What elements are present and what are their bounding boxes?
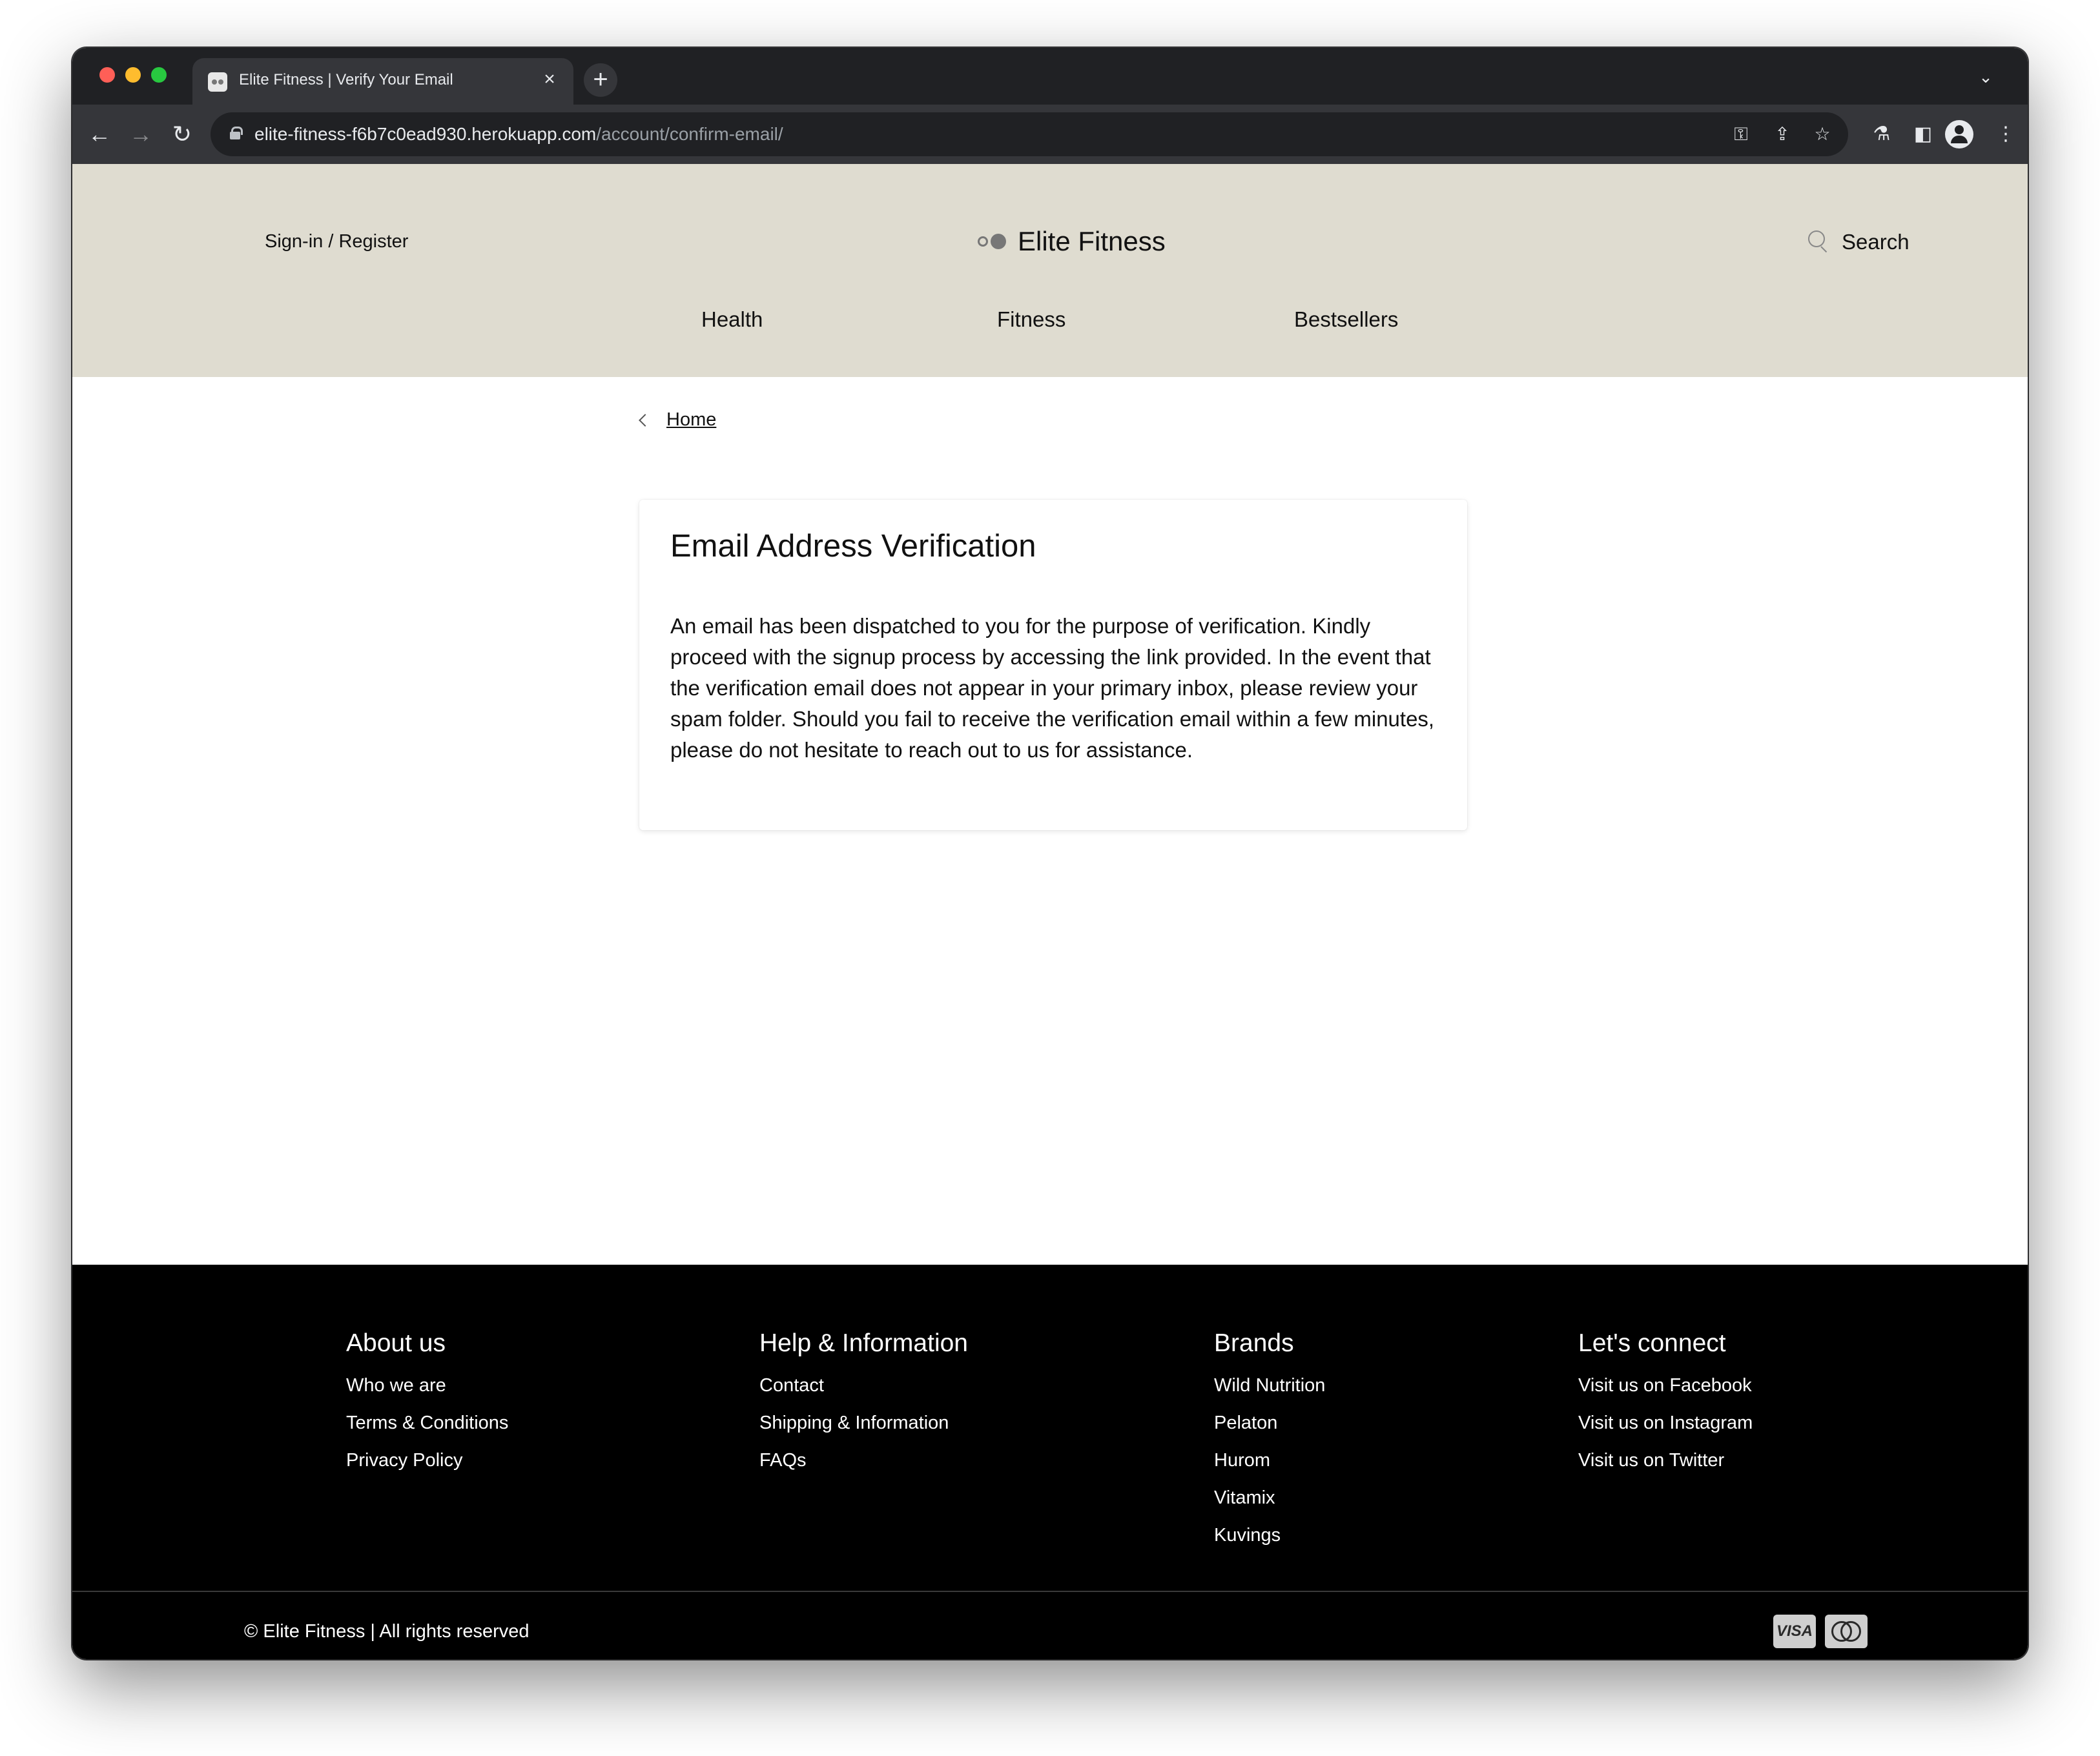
footer-link-instagram[interactable]: Visit us on Instagram	[1578, 1404, 1753, 1442]
footer-link-pelaton[interactable]: Pelaton	[1214, 1404, 1325, 1442]
favicon-icon	[208, 72, 227, 92]
verification-card: Email Address Verification An email has …	[639, 500, 1467, 830]
browser-window: Elite Fitness | Verify Your Email × + ⌄ …	[72, 48, 2028, 1659]
tab-title: Elite Fitness | Verify Your Email	[239, 71, 453, 88]
browser-tab[interactable]: Elite Fitness | Verify Your Email ×	[192, 58, 573, 105]
address-bar[interactable]: elite-fitness-f6b7c0ead930.herokuapp.com…	[211, 112, 1848, 156]
footer-link-faqs[interactable]: FAQs	[759, 1442, 968, 1479]
share-icon[interactable]: ⇪	[1769, 121, 1795, 147]
footer-link-kuvings[interactable]: Kuvings	[1214, 1516, 1325, 1554]
footer-link-hurom[interactable]: Hurom	[1214, 1442, 1325, 1479]
browser-toolbar: ← → ↻ elite-fitness-f6b7c0ead930.herokua…	[72, 105, 2028, 164]
tab-strip: Elite Fitness | Verify Your Email × + ⌄	[72, 48, 2028, 105]
card-title: Email Address Verification	[670, 529, 1036, 564]
footer-link-twitter[interactable]: Visit us on Twitter	[1578, 1442, 1753, 1479]
nav-fitness[interactable]: Fitness	[997, 307, 1065, 332]
close-window-button[interactable]	[99, 67, 115, 83]
maximize-window-button[interactable]	[151, 67, 167, 83]
search-icon	[1807, 230, 1830, 254]
visa-icon: VISA	[1773, 1615, 1816, 1648]
search-label: Search	[1842, 230, 1910, 254]
footer-heading: About us	[346, 1329, 446, 1357]
footer-link-privacy[interactable]: Privacy Policy	[346, 1442, 508, 1479]
footer-link-terms[interactable]: Terms & Conditions	[346, 1404, 508, 1442]
logo-text: Elite Fitness	[1018, 226, 1166, 256]
footer-divider	[72, 1591, 2028, 1592]
mastercard-icon	[1825, 1615, 1868, 1648]
new-tab-button[interactable]: +	[584, 63, 617, 97]
footer-link-shipping[interactable]: Shipping & Information	[759, 1404, 968, 1442]
footer-link-vitamix[interactable]: Vitamix	[1214, 1479, 1325, 1516]
footer-col-brands: Brands Wild Nutrition Pelaton Hurom Vita…	[1214, 1329, 1325, 1554]
site-footer: About us Who we are Terms & Conditions P…	[72, 1265, 2028, 1659]
logo-mark-icon	[978, 234, 1006, 249]
nav-health[interactable]: Health	[701, 307, 763, 332]
star-icon[interactable]: ☆	[1809, 121, 1835, 147]
labs-icon[interactable]: ⚗	[1866, 119, 1897, 150]
chevron-left-icon	[639, 413, 652, 427]
copyright-text: © Elite Fitness | All rights reserved	[244, 1621, 530, 1642]
footer-link-wild-nutrition[interactable]: Wild Nutrition	[1214, 1367, 1325, 1404]
signin-register-link[interactable]: Sign-in / Register	[265, 231, 408, 252]
back-arrow-icon[interactable]: ←	[84, 119, 115, 150]
search-button[interactable]: Search	[1807, 230, 1910, 254]
footer-heading: Brands	[1214, 1329, 1294, 1357]
tab-close-icon[interactable]: ×	[539, 68, 561, 90]
reload-icon[interactable]: ↻	[167, 119, 198, 150]
url-text[interactable]: elite-fitness-f6b7c0ead930.herokuapp.com…	[254, 124, 783, 145]
footer-link-contact[interactable]: Contact	[759, 1367, 968, 1404]
footer-col-connect: Let's connect Visit us on Facebook Visit…	[1578, 1329, 1753, 1479]
key-icon[interactable]: ⚿	[1728, 121, 1754, 147]
footer-col-help: Help & Information Contact Shipping & In…	[759, 1329, 968, 1479]
footer-heading: Help & Information	[759, 1329, 968, 1357]
profile-icon[interactable]	[1945, 120, 1973, 148]
forward-arrow-icon[interactable]: →	[125, 119, 156, 150]
footer-col-about: About us Who we are Terms & Conditions P…	[346, 1329, 508, 1479]
breadcrumb-home-link[interactable]: Home	[666, 409, 716, 431]
breadcrumb: Home	[639, 409, 716, 431]
footer-link-who-we-are[interactable]: Who we are	[346, 1367, 508, 1404]
site-logo[interactable]: Elite Fitness	[978, 226, 1166, 257]
minimize-window-button[interactable]	[125, 67, 141, 83]
nav-bestsellers[interactable]: Bestsellers	[1294, 307, 1398, 332]
footer-heading: Let's connect	[1578, 1329, 1726, 1357]
more-menu-icon[interactable]: ⋮	[1990, 119, 2021, 150]
tab-search-chevron-icon[interactable]: ⌄	[1975, 66, 1997, 88]
lock-icon[interactable]	[230, 127, 243, 139]
site-header: Sign-in / Register Elite Fitness Search …	[72, 164, 2028, 377]
side-panel-icon[interactable]: ◧	[1908, 119, 1939, 150]
footer-link-facebook[interactable]: Visit us on Facebook	[1578, 1367, 1753, 1404]
card-body: An email has been dispatched to you for …	[670, 614, 1435, 762]
